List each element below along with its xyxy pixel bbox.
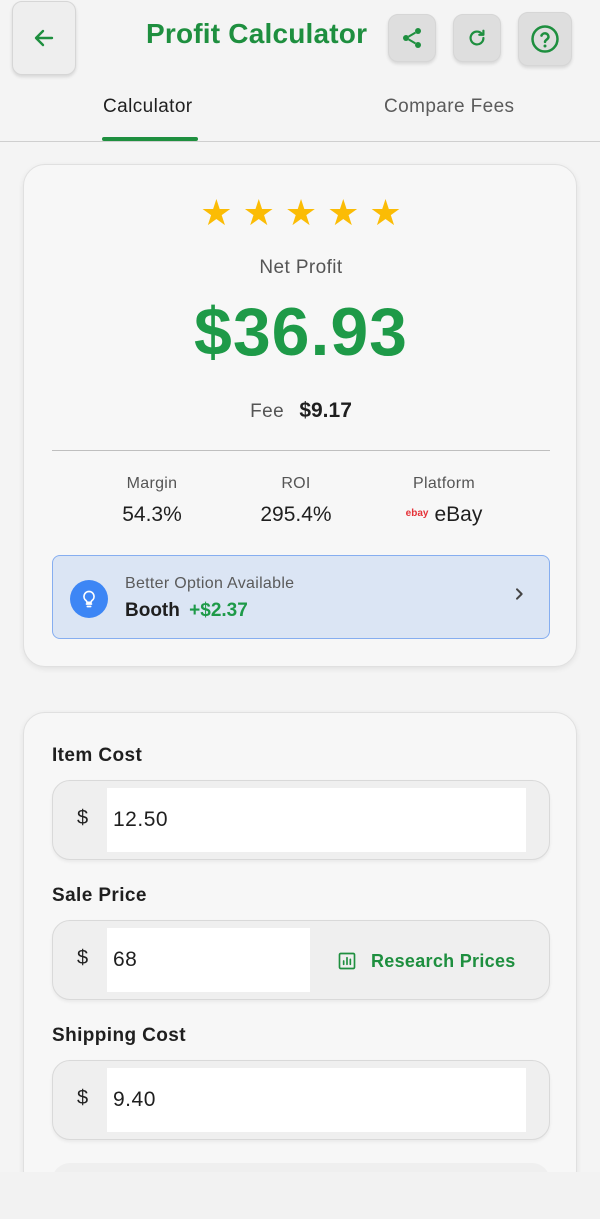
star-icon: ★ bbox=[200, 192, 233, 233]
back-button[interactable] bbox=[12, 1, 76, 75]
next-field bbox=[52, 1163, 550, 1172]
refresh-button[interactable] bbox=[453, 14, 501, 62]
better-option-banner[interactable]: Better Option Available Booth +$2.37 bbox=[52, 555, 550, 639]
better-option-gain: +$2.37 bbox=[189, 600, 248, 621]
sale-price-field: $ Research Prices bbox=[52, 920, 550, 1000]
item-cost-field: $ bbox=[52, 780, 550, 860]
help-button[interactable] bbox=[518, 12, 572, 66]
input-card: Item Cost $ Sale Price $ Research Prices… bbox=[23, 712, 577, 1172]
better-option-title: Better Option Available bbox=[125, 575, 295, 592]
better-option-detail: Booth +$2.37 bbox=[125, 600, 248, 622]
currency-symbol: $ bbox=[77, 1087, 89, 1109]
roi-value: 295.4% bbox=[260, 503, 332, 526]
arrow-left-icon bbox=[34, 29, 54, 47]
research-prices-button[interactable]: Research Prices bbox=[337, 941, 516, 981]
currency-symbol: $ bbox=[77, 807, 89, 829]
platform-value-row: ebay eBay bbox=[384, 503, 504, 527]
app-screen: Profit Calculator Calculator Compare Fee… bbox=[0, 0, 600, 1172]
fee-value: $9.17 bbox=[299, 399, 352, 422]
roi-stat: ROI 295.4% bbox=[246, 475, 346, 527]
divider bbox=[52, 450, 550, 451]
page-title: Profit Calculator bbox=[146, 18, 368, 49]
tab-bar: Calculator Compare Fees bbox=[0, 86, 600, 142]
margin-label: Margin bbox=[126, 475, 178, 492]
tab-compare-fees[interactable]: Compare Fees bbox=[384, 96, 514, 118]
share-icon bbox=[403, 28, 421, 48]
margin-value: 54.3% bbox=[122, 503, 182, 526]
currency-symbol: $ bbox=[77, 947, 89, 969]
net-profit-label: Net Profit bbox=[259, 257, 343, 278]
chevron-right-icon bbox=[516, 588, 523, 600]
item-cost-input[interactable] bbox=[107, 788, 526, 852]
star-rating: ★ ★ ★ ★ ★ bbox=[24, 195, 578, 231]
better-option-platform: Booth bbox=[125, 600, 180, 621]
sale-price-label: Sale Price bbox=[52, 885, 147, 906]
net-profit-value: $36.93 bbox=[194, 294, 408, 370]
research-prices-label: Research Prices bbox=[371, 950, 516, 971]
platform-stat: Platform ebay eBay bbox=[384, 475, 504, 527]
item-cost-label: Item Cost bbox=[52, 745, 143, 766]
star-icon: ★ bbox=[284, 192, 318, 233]
fee-label: Fee bbox=[250, 401, 285, 422]
platform-value: eBay bbox=[434, 503, 483, 526]
star-icon: ★ bbox=[242, 192, 275, 233]
bottom-area bbox=[0, 1172, 600, 1219]
tab-calculator[interactable]: Calculator bbox=[103, 96, 193, 118]
refresh-icon bbox=[469, 29, 485, 46]
sale-price-input[interactable] bbox=[107, 928, 310, 992]
fee-row: Fee $9.17 bbox=[24, 399, 578, 423]
star-icon: ★ bbox=[369, 192, 402, 233]
profit-summary-card: ★ ★ ★ ★ ★ Net Profit $36.93 Fee $9.17 Ma… bbox=[23, 164, 577, 667]
shipping-cost-input[interactable] bbox=[107, 1068, 526, 1132]
shipping-cost-label: Shipping Cost bbox=[52, 1025, 186, 1046]
star-icon: ★ bbox=[327, 192, 360, 233]
ebay-logo-icon: ebay bbox=[405, 507, 429, 519]
margin-stat: Margin 54.3% bbox=[102, 475, 202, 527]
share-button[interactable] bbox=[388, 14, 436, 62]
bar-chart-icon bbox=[338, 952, 356, 970]
help-icon bbox=[531, 25, 559, 53]
active-tab-indicator bbox=[102, 137, 198, 141]
platform-label: Platform bbox=[413, 475, 475, 492]
top-app-bar: Profit Calculator bbox=[0, 0, 600, 86]
shipping-cost-field: $ bbox=[52, 1060, 550, 1140]
lightbulb-icon bbox=[70, 580, 108, 618]
roi-label: ROI bbox=[281, 475, 311, 492]
